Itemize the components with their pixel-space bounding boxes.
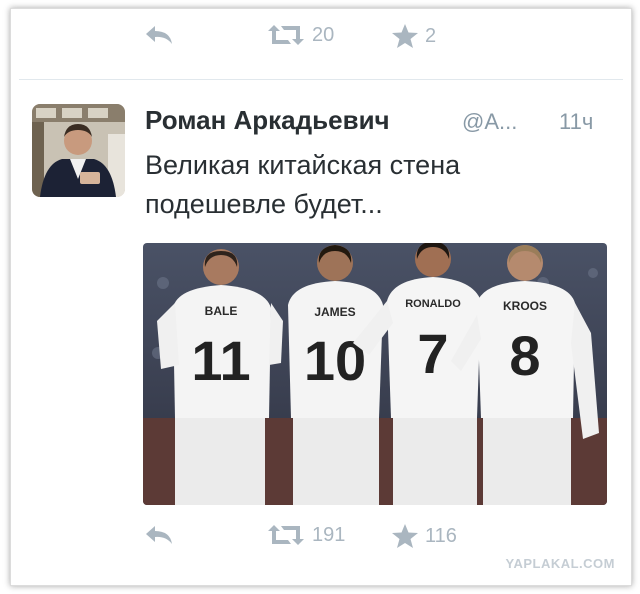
tweet-photo[interactable]: BALE 11 JAMES 10 RONALDO 7 KROOS 8 <box>143 243 607 505</box>
retweet-button[interactable]: 191 <box>266 523 345 547</box>
tweet-text: Великая китайская стена подешевле будет.… <box>145 150 461 219</box>
svg-text:BALE: BALE <box>205 304 238 318</box>
favorite-count: 116 <box>425 524 457 547</box>
reply-button[interactable] <box>144 23 174 47</box>
reply-icon <box>144 523 174 547</box>
retweet-icon <box>266 23 306 47</box>
svg-text:RONALDO: RONALDO <box>405 298 461 310</box>
tweet-card: 20 2 Роман Аркадьевич @А... 11ч Великая … <box>10 8 632 586</box>
author-handle[interactable]: @А... <box>462 109 517 135</box>
svg-text:KROOS: KROOS <box>503 299 547 313</box>
retweet-count: 20 <box>312 23 335 46</box>
favorite-button[interactable]: 116 <box>391 523 457 549</box>
svg-text:11: 11 <box>191 329 250 392</box>
retweet-count: 191 <box>312 523 346 546</box>
star-icon <box>391 523 419 549</box>
favorite-button[interactable]: 2 <box>391 23 436 49</box>
tweet-timestamp[interactable]: 11ч <box>559 109 593 135</box>
retweet-icon <box>266 523 306 547</box>
favorite-count: 2 <box>425 24 437 47</box>
reply-icon <box>144 23 174 47</box>
avatar[interactable] <box>32 104 125 197</box>
svg-text:8: 8 <box>509 324 540 387</box>
svg-text:7: 7 <box>417 322 448 385</box>
star-icon <box>391 23 419 49</box>
watermark: YAPLAKAL.COM <box>505 556 615 571</box>
reply-button[interactable] <box>144 523 174 547</box>
svg-text:JAMES: JAMES <box>314 305 355 319</box>
retweet-button[interactable]: 20 <box>266 23 334 47</box>
tweet-divider <box>19 79 623 80</box>
previous-tweet-actions: 20 2 <box>11 23 631 63</box>
author-name[interactable]: Роман Аркадьевич <box>145 105 390 136</box>
